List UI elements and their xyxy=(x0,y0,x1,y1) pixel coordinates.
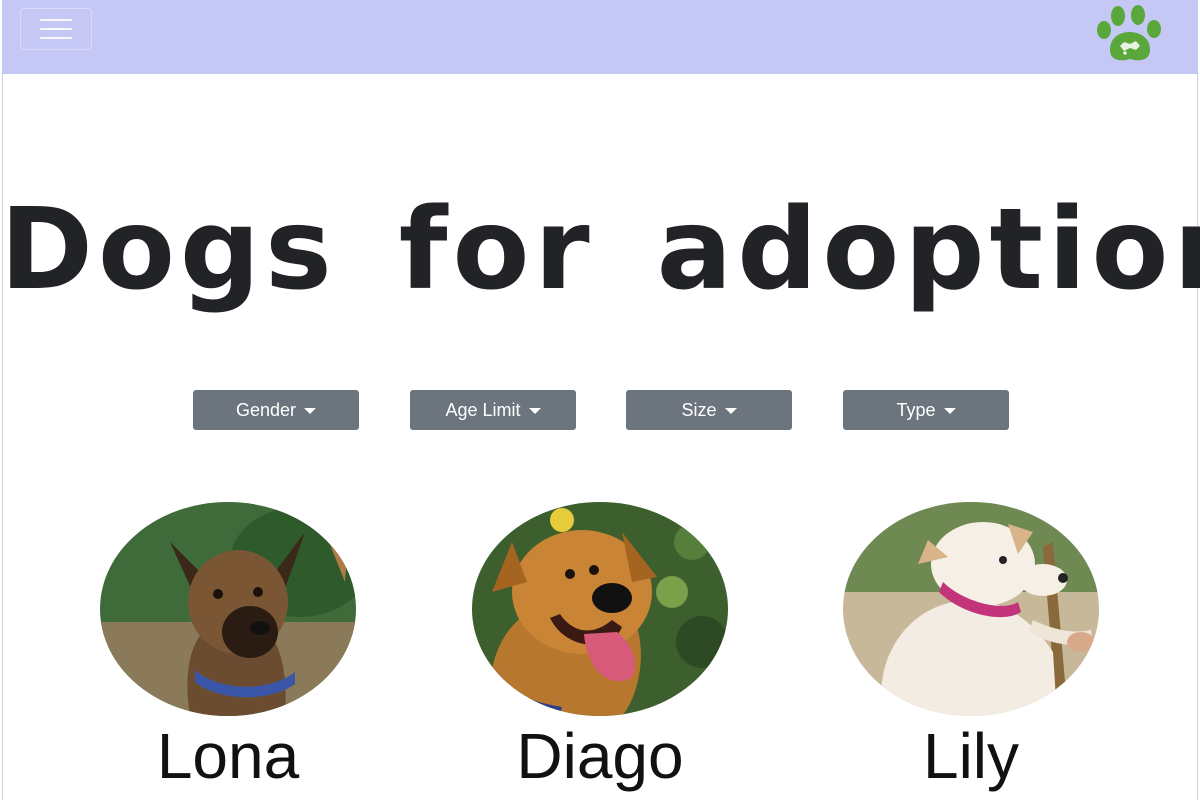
type-dropdown-label: Type xyxy=(896,399,936,420)
page-title: Dogs for adoption xyxy=(0,185,1200,315)
dog-card[interactable]: Lona xyxy=(88,502,368,800)
gender-dropdown-label: Gender xyxy=(235,399,297,420)
size-dropdown-label: Size xyxy=(681,399,717,420)
gender-dropdown[interactable]: Gender xyxy=(193,390,359,430)
caret-down-icon xyxy=(304,408,317,414)
dog-card[interactable]: Lily xyxy=(831,502,1111,800)
age-limit-dropdown-label: Age Limit xyxy=(445,399,521,420)
size-dropdown[interactable]: Size xyxy=(626,390,792,430)
top-navbar xyxy=(2,0,1198,74)
caret-down-icon xyxy=(943,408,956,414)
dog-name[interactable]: Diago xyxy=(460,718,740,794)
dog-name[interactable]: Lily xyxy=(831,718,1111,794)
dog-card[interactable]: Diago xyxy=(460,502,740,800)
filter-bar: Gender Age Limit Size Type xyxy=(0,390,1200,430)
paw-print-logo-icon[interactable] xyxy=(1094,4,1170,66)
dog-photo[interactable] xyxy=(100,502,356,716)
type-dropdown[interactable]: Type xyxy=(843,390,1009,430)
dog-photo[interactable] xyxy=(472,502,728,716)
caret-down-icon xyxy=(528,408,541,414)
dog-name[interactable]: Lona xyxy=(88,718,368,794)
hamburger-menu-icon[interactable] xyxy=(20,8,92,50)
caret-down-icon xyxy=(724,408,737,414)
dog-photo[interactable] xyxy=(843,502,1099,716)
age-limit-dropdown[interactable]: Age Limit xyxy=(410,390,576,430)
